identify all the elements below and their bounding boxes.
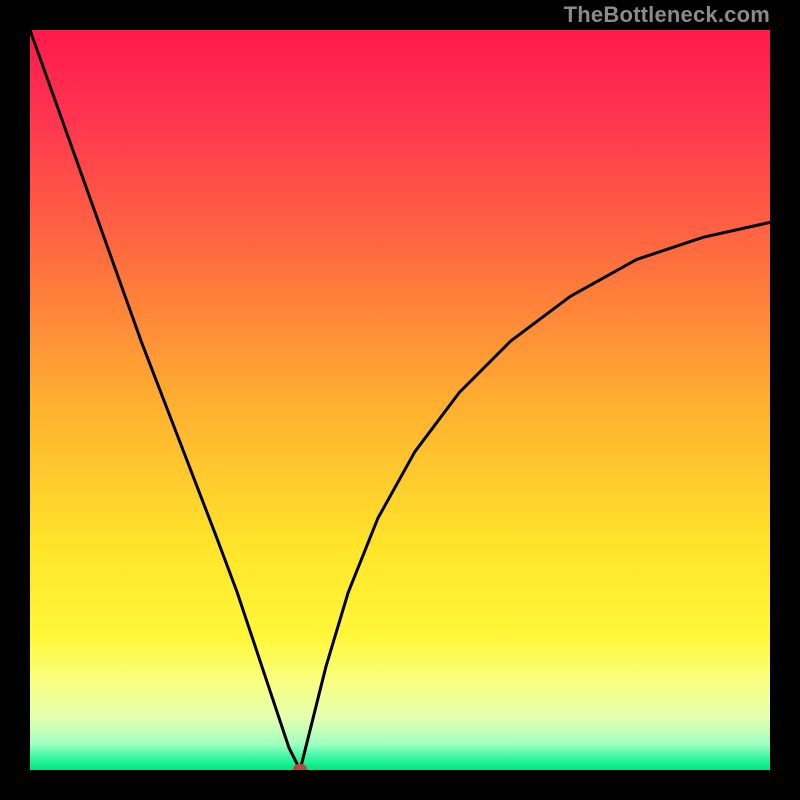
- bottleneck-curve: [30, 30, 770, 770]
- chart-frame: TheBottleneck.com: [0, 0, 800, 800]
- watermark-text: TheBottleneck.com: [564, 2, 770, 28]
- optimal-point-marker: [293, 764, 307, 770]
- plot-area: [30, 30, 770, 770]
